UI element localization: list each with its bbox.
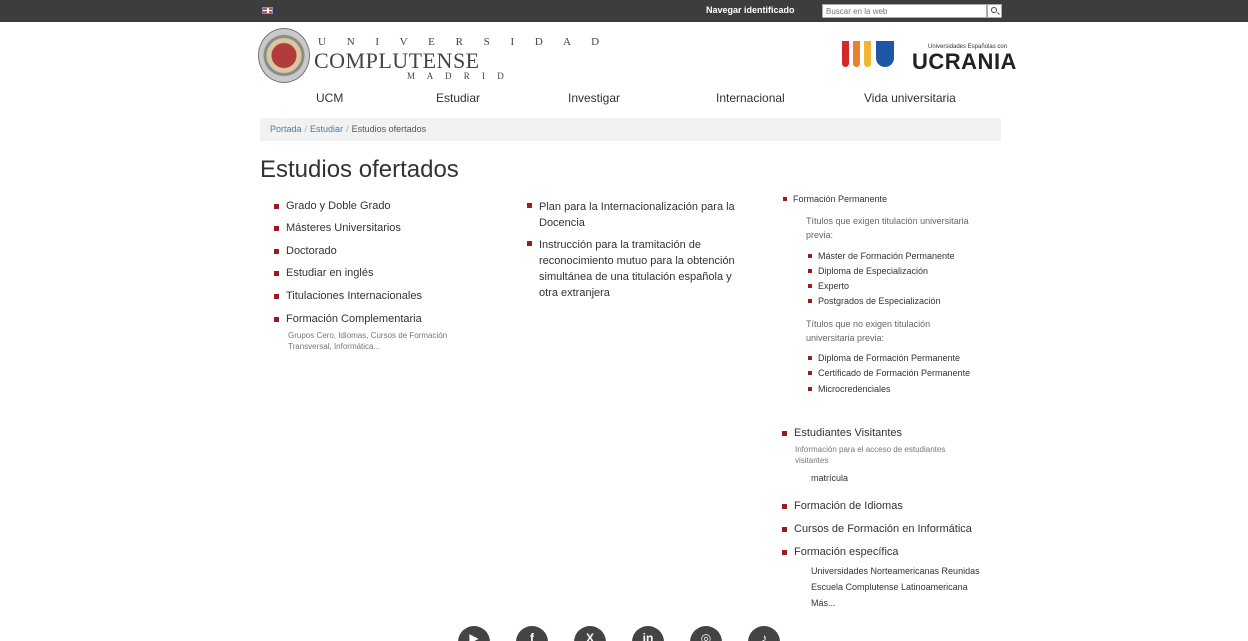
list-item[interactable]: Certificado de Formación Permanente <box>808 368 970 378</box>
top-bar: Navegar identificado <box>0 0 1248 22</box>
list-item[interactable]: Postgrados de Especialización <box>808 296 941 306</box>
x-icon[interactable]: X <box>574 626 606 641</box>
instagram-icon[interactable]: ◎ <box>690 626 722 641</box>
list-item[interactable]: Microcredenciales <box>808 384 891 394</box>
esp-link-ecl[interactable]: Escuela Complutense Latinoamericana <box>811 579 980 595</box>
list-item[interactable]: Titulaciones Internacionales <box>274 290 422 302</box>
breadcrumb-estudiar[interactable]: Estudiar <box>310 124 343 134</box>
list-item[interactable]: Plan para la Internacionalización para l… <box>527 199 735 231</box>
navegar-identificado-link[interactable]: Navegar identificado <box>706 5 795 15</box>
brand-madrid: M A D R I D <box>407 71 509 81</box>
search-button[interactable] <box>987 4 1002 18</box>
formacion-permanente-link[interactable]: Formación Permanente <box>783 194 887 204</box>
list-item[interactable]: Formación Complementaria <box>274 313 422 325</box>
search-input[interactable] <box>822 4 987 18</box>
formacion-complementaria-note: Grupos Cero, Idiomas, Cursos de Formació… <box>288 331 448 351</box>
list-item[interactable]: Máster de Formación Permanente <box>808 251 955 261</box>
tiktok-icon[interactable]: ♪ <box>748 626 780 641</box>
breadcrumb-current: Estudios ofertados <box>351 124 427 134</box>
youtube-icon[interactable]: ▶ <box>458 626 490 641</box>
ucm-seal-logo[interactable] <box>258 28 310 83</box>
group1-heading: Títulos que exigen titulación universita… <box>806 216 969 240</box>
list-item[interactable]: Grado y Doble Grado <box>274 200 391 212</box>
group2-heading: Títulos que no exigen titulación univers… <box>806 319 931 343</box>
nav-estudiar[interactable]: Estudiar <box>436 91 480 105</box>
formacion-especifica-links: Universidades Norteamericanas Reunidas E… <box>811 563 980 611</box>
estudiantes-visitantes-link[interactable]: Estudiantes Visitantes <box>782 427 902 439</box>
list-item[interactable]: Másteres Universitarios <box>274 222 401 234</box>
page-title: Estudios ofertados <box>260 156 459 183</box>
ucrania-title[interactable]: UCRANIA <box>912 49 1017 75</box>
list-item[interactable]: Formación específica <box>782 546 899 558</box>
esp-link-unr[interactable]: Universidades Norteamericanas Reunidas <box>811 563 980 579</box>
list-item[interactable]: Experto <box>808 281 849 291</box>
nav-ucm[interactable]: UCM <box>316 91 343 105</box>
facebook-icon[interactable]: f <box>516 626 548 641</box>
breadcrumb-portada[interactable]: Portada <box>270 124 302 134</box>
ucrania-logo-icon[interactable] <box>842 41 904 73</box>
nav-vida-universitaria[interactable]: Vida universitaria <box>864 91 956 105</box>
esp-link-mas[interactable]: Más... <box>811 595 980 611</box>
uk-flag-icon[interactable] <box>262 7 273 14</box>
list-item[interactable]: Instrucción para la tramitación de recon… <box>527 237 735 301</box>
brand-universidad: U N I V E R S I D A D <box>318 36 609 48</box>
list-item[interactable]: Diploma de Especialización <box>808 266 928 276</box>
list-item[interactable]: Formación de Idiomas <box>782 500 903 512</box>
linkedin-icon[interactable]: in <box>632 626 664 641</box>
estudiantes-visitantes-note: Información para el acceso de estudiante… <box>795 445 946 465</box>
nav-internacional[interactable]: Internacional <box>716 91 785 105</box>
list-item[interactable]: Cursos de Formación en Informática <box>782 523 972 535</box>
matricula-link[interactable]: matrícula <box>811 471 848 485</box>
list-item[interactable]: Doctorado <box>274 245 337 257</box>
nav-investigar[interactable]: Investigar <box>568 91 620 105</box>
list-item[interactable]: Diploma de Formación Permanente <box>808 353 960 363</box>
list-item[interactable]: Estudiar en inglés <box>274 267 373 279</box>
breadcrumb: Portada / Estudiar / Estudios ofertados <box>260 118 1001 141</box>
